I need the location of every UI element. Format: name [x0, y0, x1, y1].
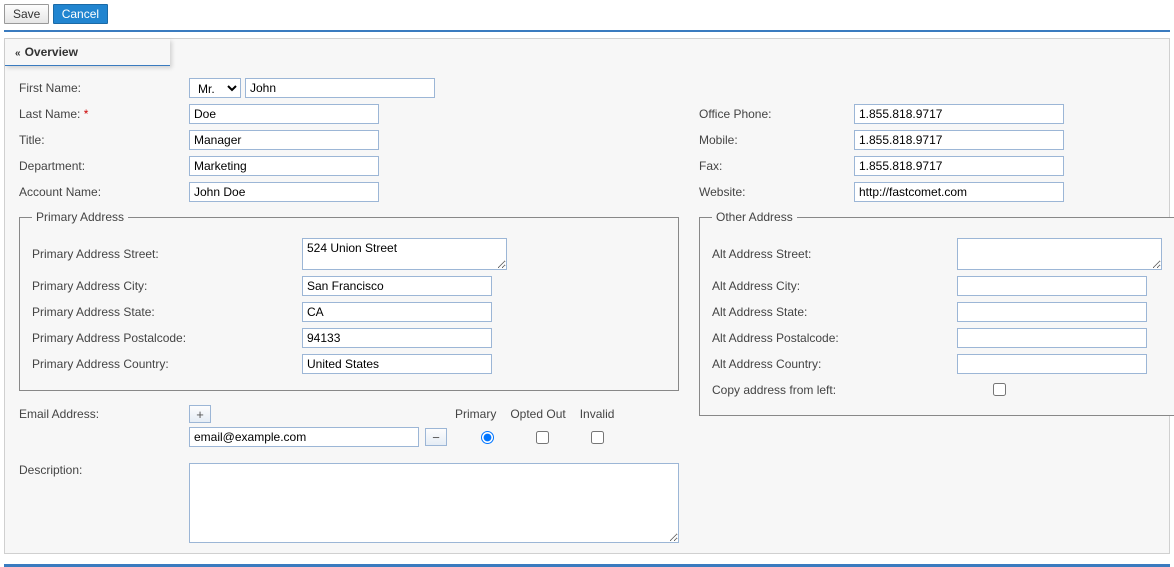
last-name-input[interactable] [189, 104, 379, 124]
label-email: Email Address: [19, 407, 189, 421]
label-description: Description: [19, 463, 189, 543]
label-title: Title: [19, 133, 189, 147]
a-postal-input[interactable] [957, 328, 1147, 348]
a-city-input[interactable] [957, 276, 1147, 296]
email-invalid-check-0[interactable] [591, 431, 604, 444]
p-street-input[interactable]: 524 Union Street [302, 238, 507, 270]
first-name-input[interactable] [245, 78, 435, 98]
overview-panel: « Overview First Name: Mr. Last Name: * [4, 38, 1170, 554]
label-copy-left: Copy address from left: [712, 383, 957, 397]
label-a-postal: Alt Address Postalcode: [712, 331, 957, 345]
label-p-state: Primary Address State: [32, 305, 302, 319]
label-website: Website: [699, 185, 854, 199]
primary-address-group: Primary Address Primary Address Street: … [19, 210, 679, 391]
label-account-name: Account Name: [19, 185, 189, 199]
title-input[interactable] [189, 130, 379, 150]
label-last-name: Last Name: * [19, 107, 189, 121]
form-area: First Name: Mr. Last Name: * Title: [5, 72, 1169, 553]
cancel-button[interactable]: Cancel [53, 4, 108, 24]
email-header-opted: Opted Out [510, 407, 565, 421]
label-office-phone: Office Phone: [699, 107, 854, 121]
office-phone-input[interactable] [854, 104, 1064, 124]
email-primary-radio-0[interactable] [481, 431, 494, 444]
department-input[interactable] [189, 156, 379, 176]
label-first-name: First Name: [19, 81, 189, 95]
save-button[interactable]: Save [4, 4, 49, 24]
label-department: Department: [19, 159, 189, 173]
salutation-select[interactable]: Mr. [189, 78, 241, 98]
divider-top [4, 30, 1170, 32]
email-header-invalid: Invalid [580, 407, 615, 421]
label-p-postal: Primary Address Postalcode: [32, 331, 302, 345]
minus-icon: − [432, 431, 440, 444]
plus-icon: + [196, 408, 204, 421]
label-a-street: Alt Address Street: [712, 247, 957, 261]
p-country-input[interactable] [302, 354, 492, 374]
mobile-input[interactable] [854, 130, 1064, 150]
a-country-input[interactable] [957, 354, 1147, 374]
add-email-button[interactable]: + [189, 405, 211, 423]
primary-address-legend: Primary Address [32, 210, 128, 224]
description-textarea[interactable] [189, 463, 679, 543]
email-input-0[interactable] [189, 427, 419, 447]
label-a-state: Alt Address State: [712, 305, 957, 319]
remove-email-button[interactable]: − [425, 428, 447, 446]
account-name-input[interactable] [189, 182, 379, 202]
p-postal-input[interactable] [302, 328, 492, 348]
email-header-primary: Primary [455, 407, 496, 421]
col-right: Office Phone: Mobile: Fax: Website: Othe… [699, 72, 1174, 543]
required-marker: * [84, 107, 89, 121]
section-overview-header[interactable]: « Overview [5, 39, 170, 66]
p-state-input[interactable] [302, 302, 492, 322]
section-overview-title: Overview [25, 45, 78, 59]
label-mobile: Mobile: [699, 133, 854, 147]
fax-input[interactable] [854, 156, 1064, 176]
toolbar: Save Cancel [0, 0, 1174, 30]
website-input[interactable] [854, 182, 1064, 202]
label-a-city: Alt Address City: [712, 279, 957, 293]
label-fax: Fax: [699, 159, 854, 173]
label-p-country: Primary Address Country: [32, 357, 302, 371]
col-left: First Name: Mr. Last Name: * Title: [19, 72, 679, 543]
p-city-input[interactable] [302, 276, 492, 296]
email-optout-check-0[interactable] [536, 431, 549, 444]
a-state-input[interactable] [957, 302, 1147, 322]
label-p-street: Primary Address Street: [32, 247, 302, 261]
label-p-city: Primary Address City: [32, 279, 302, 293]
other-address-legend: Other Address [712, 210, 797, 224]
collapse-icon: « [15, 48, 21, 59]
other-address-group: Other Address Alt Address Street: Alt Ad… [699, 210, 1174, 416]
copy-address-checkbox[interactable] [993, 383, 1006, 396]
label-a-country: Alt Address Country: [712, 357, 957, 371]
a-street-input[interactable] [957, 238, 1162, 270]
